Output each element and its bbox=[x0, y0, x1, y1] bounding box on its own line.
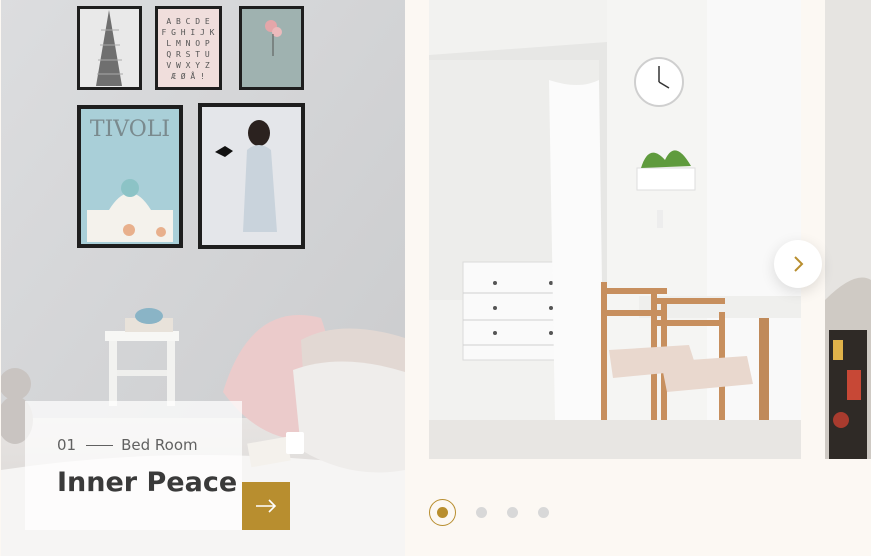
pagination-dot-1-fill bbox=[437, 507, 448, 518]
next-slide-button[interactable] bbox=[774, 240, 822, 288]
slide-partial[interactable] bbox=[825, 0, 871, 459]
slide-title: Inner Peace bbox=[57, 467, 238, 498]
poster-row-6: Æ Ø Å ! bbox=[171, 70, 205, 81]
slide-dining-room[interactable] bbox=[429, 0, 801, 459]
slide-info-card: 01 Bed Room Inner Peace bbox=[25, 401, 242, 530]
meta-divider bbox=[86, 444, 114, 446]
poster-row-1: A B C D E bbox=[166, 17, 210, 26]
partial-room-photo bbox=[825, 0, 871, 459]
view-room-button[interactable] bbox=[242, 482, 290, 530]
poster-row-5: V W X Y Z bbox=[166, 61, 210, 70]
poster-row-4: Q R S T U bbox=[166, 50, 210, 59]
slide-meta: 01 Bed Room bbox=[57, 435, 242, 455]
pagination-dot-4[interactable] bbox=[538, 507, 549, 518]
chevron-right-icon bbox=[794, 256, 804, 272]
pagination-dot-3[interactable] bbox=[507, 507, 518, 518]
poster-row-3: L M N O P bbox=[166, 39, 210, 48]
arrow-right-icon bbox=[256, 499, 277, 513]
dining-room-photo bbox=[429, 0, 801, 459]
pagination-dot-1[interactable] bbox=[429, 499, 456, 526]
slide-category: Bed Room bbox=[121, 436, 198, 454]
poster-row-2: F G H I J K bbox=[162, 28, 215, 37]
pagination-dot-2[interactable] bbox=[476, 507, 487, 518]
slide-index: 01 bbox=[57, 436, 77, 454]
poster-tivoli-title: TIVOLI bbox=[90, 117, 170, 142]
